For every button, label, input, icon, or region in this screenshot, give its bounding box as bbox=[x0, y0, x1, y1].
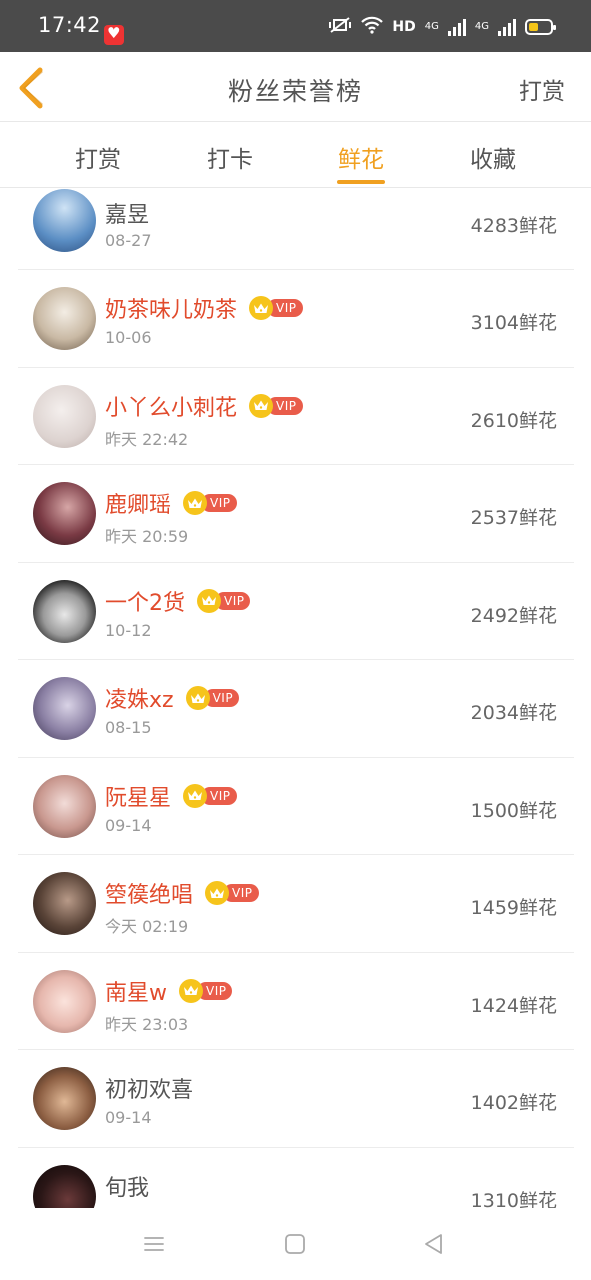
list-item[interactable]: 箜篌绝唱 VIP 今天 02:19 1459鲜花 bbox=[0, 855, 591, 953]
tab-reward[interactable]: 打赏 bbox=[38, 140, 158, 174]
status-time: 17:42 bbox=[38, 13, 102, 37]
status-bar: 17:42 HD 4G 4G bbox=[0, 0, 591, 52]
avatar[interactable] bbox=[33, 774, 96, 838]
user-name[interactable]: 旬我 bbox=[105, 1170, 149, 1202]
flower-count: 1310鲜花 bbox=[470, 1189, 557, 1209]
app-notification-icon bbox=[104, 24, 124, 45]
user-date: 10-12 bbox=[105, 620, 152, 640]
crown-icon bbox=[249, 296, 274, 320]
user-name[interactable]: 南星w bbox=[105, 975, 167, 1007]
system-nav-bar bbox=[0, 1208, 591, 1280]
list-item[interactable]: 奶茶味儿奶茶 VIP 10-06 3104鲜花 bbox=[0, 270, 591, 368]
wifi-icon bbox=[361, 16, 384, 38]
crown-icon bbox=[183, 491, 208, 515]
crown-icon bbox=[185, 686, 210, 710]
avatar[interactable] bbox=[33, 1164, 96, 1208]
menu-icon[interactable] bbox=[142, 1232, 168, 1258]
user-name[interactable]: 阮星星 bbox=[105, 780, 171, 812]
user-date: 08-15 bbox=[105, 718, 152, 737]
list-item[interactable]: 凌姝xz VIP 08-15 2034鲜花 bbox=[0, 660, 591, 758]
flower-count: 3104鲜花 bbox=[470, 312, 557, 334]
user-date: 昨天 22:42 bbox=[105, 429, 189, 449]
mute-vibrate-icon bbox=[328, 16, 352, 38]
signal-icon-1 bbox=[447, 18, 466, 36]
list-item[interactable]: 嘉昱 08-27 4283鲜花 bbox=[0, 189, 591, 270]
user-name[interactable]: 小丫么小刺花 bbox=[105, 390, 237, 422]
vip-badge: VIP bbox=[205, 881, 259, 905]
home-square-icon[interactable] bbox=[283, 1232, 309, 1258]
avatar[interactable] bbox=[33, 1067, 96, 1130]
flower-count: 1402鲜花 bbox=[470, 1092, 557, 1114]
nav-header: 粉丝荣誉榜 打赏 bbox=[0, 52, 591, 122]
flower-count: 4283鲜花 bbox=[470, 215, 557, 237]
user-name[interactable]: 一个2货 bbox=[105, 585, 185, 617]
vip-badge: VIP bbox=[249, 296, 303, 320]
list-item[interactable]: 鹿卿瑶 VIP 昨天 20:59 2537鲜花 bbox=[0, 465, 591, 563]
avatar[interactable] bbox=[33, 482, 96, 545]
user-name[interactable]: 嘉昱 bbox=[105, 197, 149, 229]
user-name[interactable]: 凌姝xz bbox=[105, 682, 174, 714]
vip-badge: VIP bbox=[185, 686, 240, 710]
signal-icon-2 bbox=[498, 18, 516, 36]
vip-badge: VIP bbox=[249, 393, 303, 418]
flower-count: 1424鲜花 bbox=[470, 994, 557, 1017]
active-tab-indicator bbox=[337, 180, 385, 184]
user-name[interactable]: 初初欢喜 bbox=[105, 1072, 193, 1104]
user-name[interactable]: 箜篌绝唱 bbox=[105, 877, 193, 909]
tab-flowers[interactable]: 鲜花 bbox=[301, 140, 421, 174]
avatar[interactable] bbox=[33, 872, 96, 935]
flower-count: 2492鲜花 bbox=[470, 604, 557, 627]
back-triangle-icon[interactable] bbox=[422, 1232, 448, 1258]
crown-icon bbox=[205, 881, 230, 905]
crown-icon bbox=[197, 588, 221, 613]
fan-ranking-list[interactable]: 嘉昱 08-27 4283鲜花 奶茶味儿奶茶 VIP 10-06 3104鲜花 … bbox=[0, 189, 591, 1208]
tab-bar: 打赏 打卡 鲜花 收藏 bbox=[0, 122, 591, 188]
avatar[interactable] bbox=[33, 969, 96, 1033]
flower-count: 2034鲜花 bbox=[470, 702, 557, 724]
avatar[interactable] bbox=[33, 384, 96, 448]
crown-icon bbox=[179, 978, 203, 1003]
list-item[interactable]: 小丫么小刺花 VIP 昨天 22:42 2610鲜花 bbox=[0, 368, 591, 466]
user-date: 昨天 23:03 bbox=[105, 1014, 189, 1034]
avatar[interactable] bbox=[33, 189, 96, 252]
reward-button[interactable]: 打赏 bbox=[519, 72, 565, 106]
net-type-2: 4G bbox=[474, 21, 489, 32]
vip-badge: VIP bbox=[183, 491, 237, 515]
tab-favorites[interactable]: 收藏 bbox=[433, 140, 553, 174]
list-item[interactable]: 南星w VIP 昨天 23:03 1424鲜花 bbox=[0, 953, 591, 1051]
user-date: 09-14 bbox=[105, 1108, 152, 1127]
user-date: 09-14 bbox=[105, 815, 152, 835]
user-name[interactable]: 奶茶味儿奶茶 bbox=[105, 292, 237, 324]
hd-indicator: HD bbox=[392, 19, 416, 35]
avatar[interactable] bbox=[33, 677, 96, 740]
crown-icon bbox=[183, 783, 208, 808]
user-date: 今天 02:19 bbox=[105, 917, 189, 936]
vip-badge: VIP bbox=[179, 978, 233, 1003]
flower-count: 2610鲜花 bbox=[470, 409, 557, 432]
avatar[interactable] bbox=[33, 579, 96, 643]
vip-badge: VIP bbox=[183, 783, 237, 808]
crown-icon bbox=[249, 393, 274, 418]
user-date: 08-27 bbox=[105, 231, 152, 250]
page-title: 粉丝荣誉榜 bbox=[227, 77, 363, 106]
tab-checkin[interactable]: 打卡 bbox=[170, 140, 290, 174]
user-date: 昨天 20:59 bbox=[105, 527, 189, 546]
vip-badge: VIP bbox=[197, 588, 251, 613]
flower-count: 1500鲜花 bbox=[470, 799, 557, 822]
flower-count: 2537鲜花 bbox=[470, 507, 557, 529]
status-indicators: HD 4G 4G bbox=[328, 14, 556, 40]
list-item[interactable]: 一个2货 VIP 10-12 2492鲜花 bbox=[0, 563, 591, 661]
user-name[interactable]: 鹿卿瑶 bbox=[105, 487, 171, 519]
flower-count: 1459鲜花 bbox=[470, 897, 557, 919]
net-type-1: 4G bbox=[424, 21, 439, 32]
list-item[interactable]: 阮星星 VIP 09-14 1500鲜花 bbox=[0, 758, 591, 856]
list-item[interactable]: 旬我 1310鲜花 bbox=[0, 1148, 591, 1209]
list-item[interactable]: 初初欢喜 09-14 1402鲜花 bbox=[0, 1050, 591, 1148]
user-date: 10-06 bbox=[105, 328, 152, 347]
avatar[interactable] bbox=[33, 287, 96, 350]
battery-icon bbox=[525, 19, 556, 35]
